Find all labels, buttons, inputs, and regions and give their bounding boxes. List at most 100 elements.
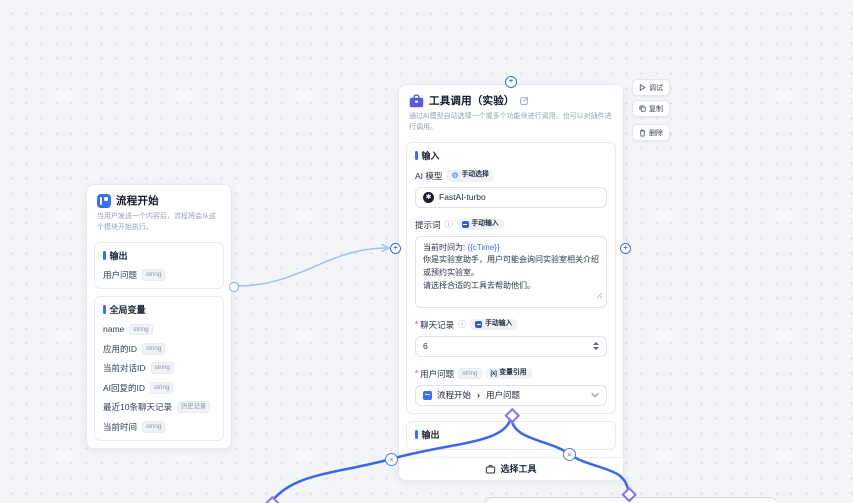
copy-icon (639, 105, 646, 112)
type-badge: 历史记录 (177, 401, 210, 413)
ref-source: 流程开始 (437, 389, 471, 401)
required-asterisk: * (415, 369, 418, 378)
input-mode-icon (462, 221, 469, 228)
debug-button[interactable]: 调试 (632, 79, 670, 96)
prompt-variable-token: {{cTime}} (467, 243, 499, 252)
start-node[interactable]: 流程开始 当用户发送一个内容后，流程将会从这个模块开始执行。 输出 用户问题 s… (86, 184, 232, 449)
type-badge: string (150, 382, 173, 394)
prompt-text: 当前时间为: (423, 243, 467, 252)
prompt-row: 提示词 ⓘ 手动输入 (415, 219, 607, 231)
toolbox-icon (409, 94, 424, 108)
wire-arrowhead (382, 245, 390, 252)
tool-node-top-handle[interactable]: + (505, 76, 517, 88)
variable-row: 当前对话ID string (103, 362, 215, 374)
resize-handle-icon[interactable] (596, 291, 603, 304)
ref-field: 用户问题 (486, 389, 520, 401)
type-badge: string (151, 362, 174, 374)
badge-label: 手动输入 (472, 221, 499, 228)
variable-name: name (103, 324, 124, 334)
number-stepper[interactable] (593, 342, 599, 350)
info-icon: ⓘ (458, 321, 466, 329)
history-value: 6 (423, 341, 428, 351)
input-mode-icon (475, 321, 482, 328)
tool-node-title: 工具调用（实验） (429, 93, 515, 108)
variable-row: 最近10条聊天记录 历史记录 (103, 401, 215, 413)
output-row-user-question: 用户问题 string (103, 269, 215, 281)
input-section-label: 输入 (422, 149, 440, 162)
variable-row: 当前时间 string (103, 421, 215, 433)
tool-node-right-handle[interactable]: + (620, 243, 631, 254)
delete-edge-button[interactable]: × (385, 453, 398, 466)
variable-name: 应用的ID (103, 343, 137, 355)
variable-name: AI回复的ID (103, 382, 145, 394)
select-tool-label: 选择工具 (500, 462, 536, 475)
action-label: 删除 (649, 128, 663, 138)
edit-icon[interactable] (520, 96, 529, 105)
start-variables-panel: 全局变量 name string 应用的ID string 当前对话ID str… (94, 296, 224, 441)
flow-start-icon (97, 194, 111, 208)
ai-model-row: AI 模型 ⚙ 手动选择 (415, 170, 607, 182)
chat-history-label: 聊天记录 (420, 319, 454, 331)
badge-label: 变量引用 (499, 370, 526, 377)
workflow-canvas[interactable]: 流程开始 当用户发送一个内容后，流程将会从这个模块开始执行。 输出 用户问题 s… (0, 0, 853, 503)
copy-button[interactable]: 复制 (632, 100, 670, 117)
ai-model-label: AI 模型 (415, 170, 442, 182)
start-node-title: 流程开始 (116, 193, 159, 208)
variable-name: 当前时间 (103, 421, 137, 433)
chevron-right-icon: › (477, 390, 480, 400)
info-icon: ⓘ (445, 221, 453, 229)
chat-history-row: * 聊天记录 ⓘ 手动输入 (415, 319, 607, 331)
play-icon (639, 84, 646, 91)
tool-node-header: 工具调用（实验） 通过AI模型自动选择一个或多个功能块进行调用，也可以对插件进行… (399, 85, 623, 138)
select-tool-button[interactable]: 选择工具 (399, 457, 623, 480)
section-bar (415, 151, 418, 160)
manual-select-badge[interactable]: ⚙ 手动选择 (446, 170, 493, 182)
badge-label: 手动选择 (462, 172, 489, 179)
start-node-description: 当用户发送一个内容后，流程将会从这个模块开始执行。 (97, 212, 221, 234)
variable-reference-select[interactable]: 流程开始 › 用户问题 (415, 385, 607, 406)
prompt-textarea[interactable]: 当前时间为: {{cTime}} 你是实验室助手，用户可能会询问实验室相关介绍或… (415, 236, 607, 308)
prompt-text: 请选择合适的工具去帮助他们。 (423, 281, 535, 290)
manual-input-badge[interactable]: 手动输入 (457, 219, 504, 230)
gear-icon: ⚙ (451, 172, 458, 180)
wire-start-to-tool (237, 248, 386, 286)
start-output-panel: 输出 用户问题 string (94, 242, 224, 290)
action-label: 复制 (649, 104, 663, 114)
step-up-icon[interactable] (593, 342, 599, 345)
step-down-icon[interactable] (593, 347, 599, 350)
type-badge: string (142, 421, 165, 433)
plus-icon: + (623, 245, 627, 252)
delete-button[interactable]: 删除 (632, 124, 670, 141)
user-question-label: 用户问题 (420, 368, 454, 380)
variable-row: name string (103, 324, 215, 336)
required-asterisk: * (415, 320, 418, 329)
start-node-source-handle[interactable] (229, 282, 239, 292)
model-name: FastAI-turbo (439, 192, 486, 202)
tool-node-left-handle[interactable]: + (390, 243, 401, 254)
type-badge: string (458, 368, 481, 380)
manual-input-badge[interactable]: 手动输入 (470, 319, 517, 330)
tool-node-description: 通过AI模型自动选择一个或多个功能块进行调用，也可以对插件进行调用。 (409, 112, 613, 134)
model-select[interactable]: ✱ FastAI-turbo (415, 187, 607, 208)
field-name: 用户问题 (103, 269, 137, 281)
start-output-label: 输出 (110, 249, 128, 262)
variable-ref-icon: [x] (491, 371, 497, 377)
tool-input-panel: 输入 AI 模型 ⚙ 手动选择 ✱ FastAI-turbo 提示词 ⓘ 手动输… (406, 142, 616, 414)
type-badge: string (142, 343, 165, 355)
chat-history-number-input[interactable]: 6 (415, 336, 607, 357)
trash-icon (639, 129, 646, 137)
chevron-down-icon (591, 390, 599, 400)
source-node-icon (423, 391, 432, 400)
variable-name: 当前对话ID (103, 362, 146, 374)
section-bar (415, 430, 418, 439)
variable-reference-badge[interactable]: [x] 变量引用 (486, 368, 532, 379)
badge-label: 手动输入 (485, 321, 512, 328)
left-branch-target-connector[interactable] (265, 496, 280, 503)
variable-name: 最近10条聊天记录 (103, 401, 172, 413)
plus-icon: + (509, 78, 513, 85)
model-logo-icon: ✱ (423, 192, 434, 203)
delete-edge-button[interactable]: × (563, 448, 576, 461)
section-bar (103, 305, 106, 314)
start-node-header: 流程开始 当用户发送一个内容后，流程将会从这个模块开始执行。 (87, 185, 231, 238)
briefcase-icon (485, 464, 496, 474)
